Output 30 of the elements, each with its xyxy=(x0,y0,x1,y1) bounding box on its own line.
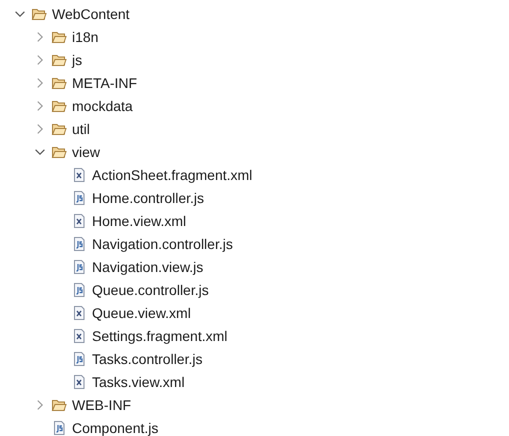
file-name[interactable]: Component.js xyxy=(71,418,160,436)
file-name[interactable]: Tasks.controller.js xyxy=(91,350,204,368)
file-name[interactable]: Home.controller.js xyxy=(91,188,206,206)
file-name[interactable]: Queue.controller.js xyxy=(91,280,210,298)
xml-file-icon xyxy=(71,166,87,182)
folder-name[interactable]: i18n xyxy=(71,28,100,46)
folder-name[interactable]: mockdata xyxy=(71,96,134,114)
file-name[interactable]: Tasks.view.xml xyxy=(91,372,186,390)
file-name[interactable]: ActionSheet.fragment.xml xyxy=(91,166,254,184)
xml-file-icon xyxy=(71,374,87,390)
folder-name[interactable]: js xyxy=(71,50,84,68)
folder-name[interactable]: META-INF xyxy=(71,74,138,92)
folder-name[interactable]: WebContent xyxy=(51,4,131,22)
js-file-icon xyxy=(71,350,87,366)
js-file-icon xyxy=(51,420,67,436)
file-name[interactable]: Settings.fragment.xml xyxy=(91,326,228,344)
folder-name[interactable]: WEB-INF xyxy=(71,396,132,414)
file-name[interactable]: Home.view.xml xyxy=(91,212,188,230)
file-name[interactable]: Navigation.view.js xyxy=(91,258,204,276)
js-file-icon xyxy=(71,282,87,298)
file-name[interactable]: Queue.view.xml xyxy=(91,304,192,322)
folder-name[interactable]: view xyxy=(71,142,102,160)
js-file-icon xyxy=(71,258,87,274)
js-file-icon xyxy=(71,190,87,206)
js-file-icon xyxy=(71,236,87,252)
xml-file-icon xyxy=(71,212,87,228)
folder-name[interactable]: util xyxy=(71,120,91,138)
file-name[interactable]: Navigation.controller.js xyxy=(91,234,234,252)
xml-file-icon xyxy=(71,304,87,320)
xml-file-icon xyxy=(71,328,87,344)
